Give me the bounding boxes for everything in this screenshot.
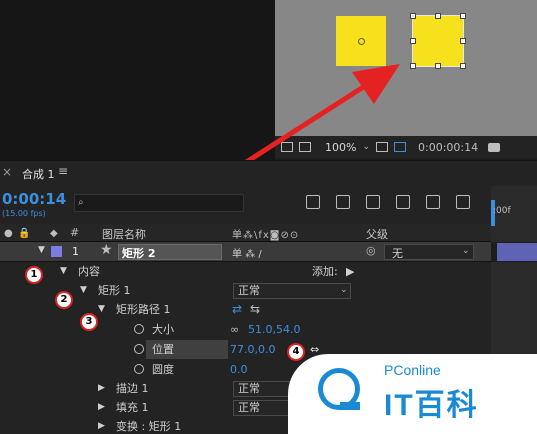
pick-whip-icon[interactable]: ◎ xyxy=(366,244,376,257)
selection-handle[interactable] xyxy=(460,63,466,69)
chevron-down-icon[interactable]: ⌄ xyxy=(462,246,470,256)
motion-blur-icon[interactable] xyxy=(426,195,440,209)
tab-composition[interactable]: 合成 1 xyxy=(22,166,55,182)
blend-mode-value: 正常 xyxy=(238,284,260,297)
add-menu-icon[interactable]: ▶ xyxy=(346,262,354,281)
contents-label[interactable]: 内容 xyxy=(78,262,100,281)
watermark-title: IT百科 xyxy=(384,389,479,422)
step-badge-1: 1 xyxy=(25,266,43,284)
fill-label[interactable]: 填充 1 xyxy=(116,398,149,417)
search-icon: ⌕ xyxy=(78,197,84,208)
selection-handle[interactable] xyxy=(410,38,416,44)
ruler-label: :00f xyxy=(493,206,511,216)
top-panel-background xyxy=(0,0,275,160)
zoom-level[interactable]: 100% xyxy=(325,141,356,154)
roundness-label: 圆度 xyxy=(152,363,174,376)
viewer-timecode[interactable]: 0:00:00:14 xyxy=(418,141,478,154)
layer-name[interactable]: 矩形 2 xyxy=(122,245,155,261)
position-value[interactable]: 77.0,0.0 xyxy=(230,340,275,359)
parent-dropdown-value: 无 xyxy=(392,247,403,260)
shape-layer-star-icon: ★ xyxy=(100,242,113,258)
twirl-right-icon[interactable]: ▶ xyxy=(98,379,105,398)
path-direction-icon[interactable]: ⇆ xyxy=(250,300,260,319)
camera-icon[interactable] xyxy=(488,142,501,152)
number-column-header: # xyxy=(70,226,80,239)
twirl-right-icon[interactable]: ▶ xyxy=(98,398,105,417)
safe-area-icon[interactable] xyxy=(376,142,388,152)
moved-rectangle-shape[interactable] xyxy=(412,15,464,67)
monitor-icon[interactable] xyxy=(299,142,311,152)
timeline-tab-bar xyxy=(0,160,537,186)
layer-name-column-header[interactable]: 图层名称 xyxy=(102,226,146,242)
roundness-value[interactable]: 0.0 xyxy=(230,360,248,379)
comp-flowchart-icon[interactable] xyxy=(306,195,320,209)
switches-column-header: 单⁂\fx◙⊘⊙ xyxy=(232,230,300,241)
layer-label-color[interactable] xyxy=(51,246,62,257)
rect-path-label[interactable]: 矩形路径 1 xyxy=(116,300,171,319)
chevron-down-icon[interactable]: ⌄ xyxy=(340,281,348,300)
frame-rate: (15.00 fps) xyxy=(2,209,46,218)
mask-toggle-icon[interactable] xyxy=(281,142,293,152)
pconline-logo-tail xyxy=(340,402,360,410)
frame-blending-icon[interactable] xyxy=(396,195,410,209)
selection-handle[interactable] xyxy=(435,63,441,69)
step-badge-3: 3 xyxy=(80,313,98,331)
blend-mode-value: 正常 xyxy=(238,382,260,395)
stopwatch-icon[interactable] xyxy=(134,364,144,374)
selection-handle[interactable] xyxy=(410,13,416,19)
watermark-brand: PConline xyxy=(384,362,441,378)
twirl-down-icon[interactable]: ▼ xyxy=(60,262,67,281)
twirl-right-icon[interactable]: ▶ xyxy=(98,417,105,434)
path-direction-icon[interactable]: ⇄ xyxy=(232,300,242,319)
lock-column-icon: 🔒 xyxy=(18,228,31,239)
draft-3d-icon[interactable] xyxy=(336,195,350,209)
close-icon[interactable]: × xyxy=(2,165,12,179)
transparency-grid-icon[interactable] xyxy=(394,142,406,152)
size-label: 大小 xyxy=(152,323,174,336)
transform-label[interactable]: 变换 : 矩形 1 xyxy=(116,417,181,434)
add-menu-label[interactable]: 添加: xyxy=(312,262,338,281)
twirl-down-icon[interactable]: ▼ xyxy=(98,300,105,319)
selection-handle[interactable] xyxy=(460,38,466,44)
position-label: 位置 xyxy=(152,343,174,356)
layer-duration-bar[interactable] xyxy=(497,243,537,261)
label-column-icon: ◆ xyxy=(50,228,58,239)
selection-handle[interactable] xyxy=(460,13,466,19)
current-time-display[interactable]: 0:00:14 xyxy=(2,190,66,208)
step-badge-2: 2 xyxy=(55,291,73,309)
parent-column-header: 父级 xyxy=(366,228,388,241)
twirl-down-icon[interactable]: ▼ xyxy=(80,281,87,300)
layer-twirl-down-icon[interactable]: ▼ xyxy=(38,245,45,255)
layer-switches[interactable]: 单 ⁂ / xyxy=(232,245,262,260)
layer-number: 1 xyxy=(72,245,79,258)
selection-handle[interactable] xyxy=(410,63,416,69)
chevron-down-icon[interactable]: ⌄ xyxy=(362,142,370,152)
composition-viewer[interactable] xyxy=(275,0,537,136)
constrain-link-icon[interactable]: ∞ xyxy=(230,320,239,339)
stopwatch-icon[interactable] xyxy=(134,324,144,334)
viewer-toolbar: 100% ⌄ 0:00:00:14 xyxy=(275,136,537,158)
panel-menu-icon[interactable]: ≡ xyxy=(58,164,68,178)
timeline-switch-icons xyxy=(306,195,470,209)
layer-search-input[interactable] xyxy=(74,194,244,212)
stroke-label[interactable]: 描边 1 xyxy=(116,379,149,398)
size-value[interactable]: 51.0,54.0 xyxy=(248,320,300,339)
graph-editor-icon[interactable] xyxy=(456,195,470,209)
blend-mode-value: 正常 xyxy=(238,401,260,414)
shy-layers-icon[interactable] xyxy=(366,195,380,209)
step-badge-4: 4 xyxy=(287,343,305,361)
rect-group-label[interactable]: 矩形 1 xyxy=(98,281,131,300)
selection-handle[interactable] xyxy=(435,13,441,19)
visibility-column-icon: ● xyxy=(4,228,13,239)
stopwatch-icon[interactable] xyxy=(134,344,144,354)
